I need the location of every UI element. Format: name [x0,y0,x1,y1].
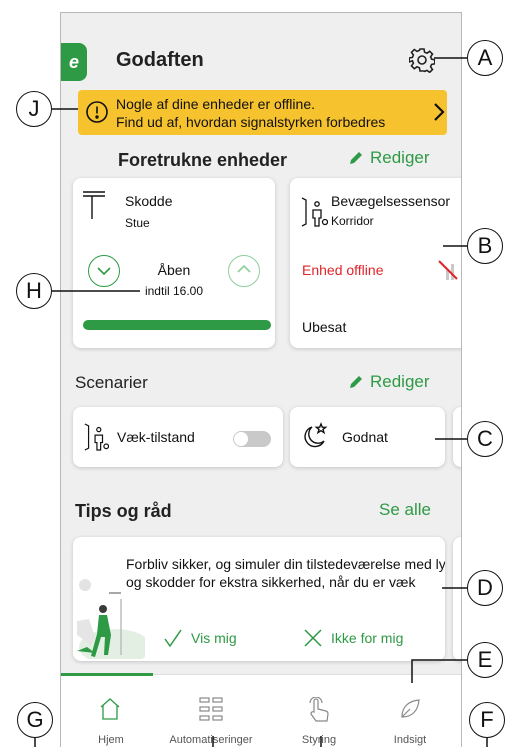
callout-c: C [467,421,503,457]
callout-d: D [467,570,503,606]
callout-j: J [16,91,52,127]
callout-a: A [467,40,503,76]
callout-e: E [467,642,503,678]
callout-leader-lines [34,57,488,747]
callout-b: B [467,228,503,264]
callout-g: G [17,702,53,738]
callout-h: H [16,273,52,309]
callout-f: F [469,702,505,738]
